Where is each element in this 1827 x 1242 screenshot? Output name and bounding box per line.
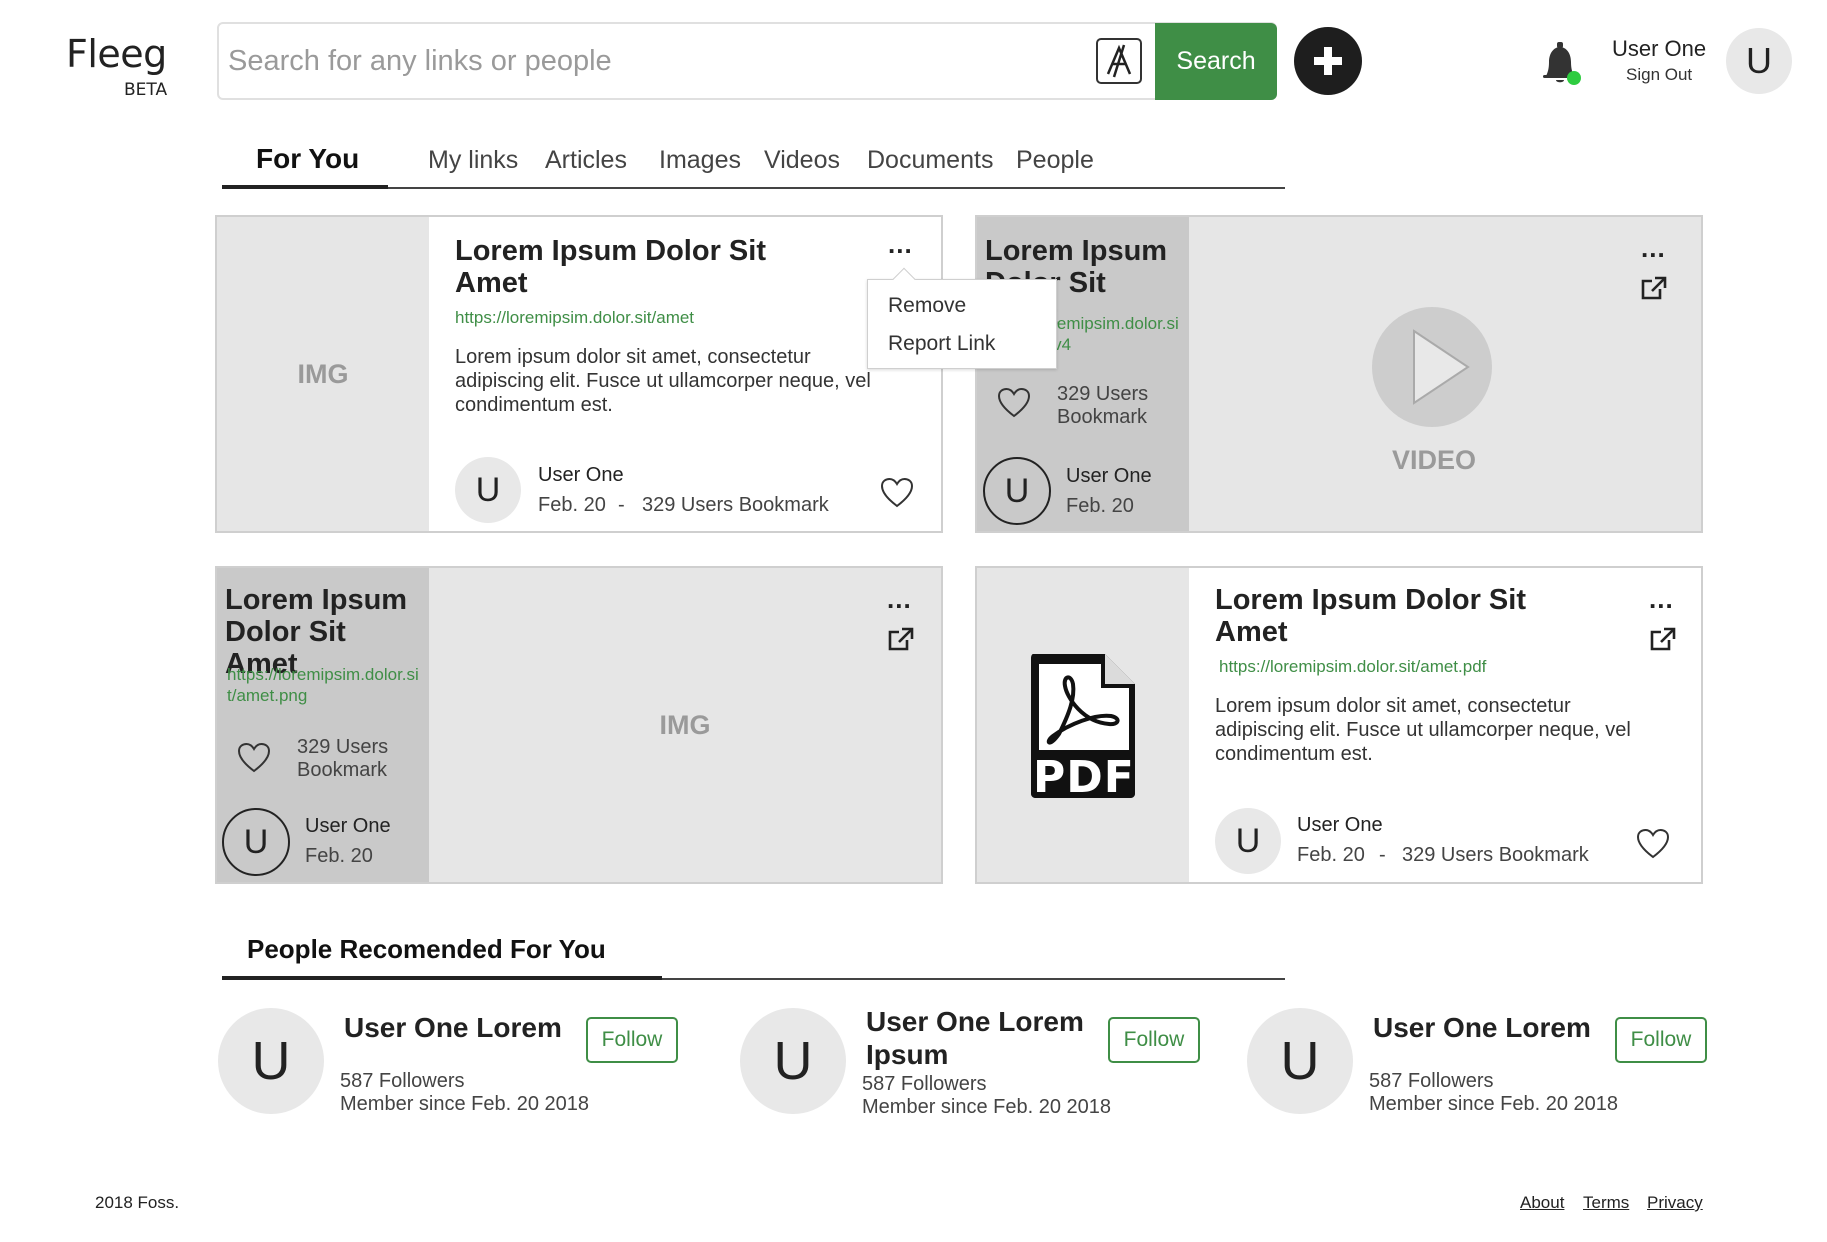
beta-label: BETA — [124, 80, 168, 100]
card-title[interactable]: Lorem Ipsum Dolor Sit Amet — [1215, 584, 1555, 648]
card-image-placeholder: IMG — [217, 217, 429, 531]
post-date: Feb. 20 — [1297, 844, 1365, 866]
card-context-menu: Remove Report Link — [867, 267, 1057, 369]
follow-button[interactable]: Follow — [1615, 1017, 1707, 1063]
author-avatar[interactable]: U — [222, 808, 290, 876]
card-menu-button[interactable]: ... — [887, 586, 912, 612]
card-description: Lorem ipsum dolor sit amet, consectetur … — [1215, 695, 1631, 765]
footer-link-about[interactable]: About — [1520, 1193, 1564, 1213]
people-section-title: People Recomended For You — [247, 934, 606, 964]
external-link-icon[interactable] — [1640, 275, 1668, 306]
post-date: Feb. 20 — [538, 494, 606, 516]
card-menu-button[interactable]: ... — [1641, 235, 1666, 261]
tab-articles[interactable]: Articles — [545, 146, 627, 175]
card-url[interactable]: https://loremipsim.dolor.sit/amet.pdf — [1219, 656, 1639, 677]
tab-people[interactable]: People — [1016, 146, 1094, 175]
person-member-since: Member since Feb. 20 2018 — [862, 1096, 1112, 1118]
search-button[interactable]: Search — [1155, 23, 1277, 100]
meta-separator: - — [618, 494, 625, 516]
bell-icon — [1543, 42, 1581, 85]
plus-icon — [1314, 47, 1342, 75]
footer-link-terms[interactable]: Terms — [1583, 1193, 1629, 1213]
media-type-label: VIDEO — [1392, 445, 1477, 475]
user-avatar[interactable]: U — [1726, 28, 1792, 94]
post-date: Feb. 20 — [305, 845, 373, 867]
heart-icon[interactable] — [997, 387, 1031, 424]
pdf-label: PDF — [1033, 752, 1135, 803]
person-avatar[interactable]: U — [740, 1008, 846, 1114]
person-member-since: Member since Feb. 20 2018 — [1369, 1093, 1619, 1115]
sign-out-link[interactable]: Sign Out — [1626, 65, 1692, 85]
card-title[interactable]: Lorem Ipsum Dolor Sit Amet — [455, 235, 795, 299]
app-logo[interactable]: Fleeg — [66, 32, 167, 76]
play-button[interactable] — [1372, 307, 1492, 427]
notifications-button[interactable] — [1540, 40, 1582, 86]
author-avatar[interactable]: U — [455, 457, 521, 523]
tab-images[interactable]: Images — [659, 146, 741, 175]
person-followers: 587 Followers — [1369, 1070, 1494, 1092]
link-card-image[interactable]: IMG Lorem Ipsum Dolor Sit Amet https://l… — [215, 566, 943, 884]
tab-videos[interactable]: Videos — [764, 146, 840, 175]
heart-icon[interactable] — [880, 477, 914, 514]
meta-separator: - — [1379, 844, 1386, 866]
tab-my-links[interactable]: My links — [428, 146, 518, 175]
heart-icon[interactable] — [237, 742, 271, 779]
card-url[interactable]: https://loremipsim.dolor.sit/amet.png — [227, 664, 427, 706]
author-name[interactable]: User One — [305, 815, 391, 838]
tab-for-you[interactable]: For You — [256, 143, 359, 175]
person-avatar[interactable]: U — [218, 1008, 324, 1114]
person-member-since: Member since Feb. 20 2018 — [340, 1093, 590, 1115]
people-title-underline — [222, 976, 662, 980]
post-date: Feb. 20 — [1066, 495, 1134, 517]
current-user-name[interactable]: User One — [1612, 36, 1706, 62]
search-input[interactable] — [228, 32, 1088, 90]
heart-icon[interactable] — [1636, 828, 1670, 865]
menu-item-remove[interactable]: Remove — [888, 294, 966, 318]
author-avatar[interactable]: U — [1215, 808, 1281, 874]
add-link-button[interactable] — [1294, 27, 1362, 95]
external-link-icon[interactable] — [1649, 626, 1677, 657]
author-avatar[interactable]: U — [983, 457, 1051, 525]
menu-item-report-link[interactable]: Report Link — [888, 332, 995, 356]
bookmark-count: 329 Users Bookmark — [1057, 383, 1149, 428]
author-name[interactable]: User One — [538, 464, 624, 487]
author-name[interactable]: User One — [1297, 814, 1383, 837]
person-name[interactable]: User One Lorem — [344, 1011, 584, 1044]
card-menu-button[interactable]: ... — [1649, 586, 1674, 612]
card-url[interactable]: https://loremipsim.dolor.sit/amet — [455, 307, 875, 328]
footer-link-privacy[interactable]: Privacy — [1647, 1193, 1703, 1213]
copyright-text: 2018 Foss. — [95, 1193, 180, 1212]
bookmark-count: 329 Users Bookmark — [1402, 844, 1589, 866]
external-link-icon[interactable] — [887, 626, 915, 657]
translate-icon[interactable] — [1096, 38, 1142, 84]
bookmark-count: 329 Users Bookmark — [642, 494, 829, 516]
card-image-placeholder[interactable]: IMG — [429, 568, 941, 882]
play-icon — [1413, 329, 1470, 405]
active-tab-indicator — [222, 185, 388, 189]
link-card-video[interactable]: VIDEO Lorem Ipsum Dolor Sit Amet https:/… — [975, 215, 1703, 533]
person-name[interactable]: User One Lorem Ipsum — [866, 1005, 1106, 1071]
bookmark-count: 329 Users Bookmark — [297, 736, 389, 781]
follow-button[interactable]: Follow — [1108, 1017, 1200, 1063]
person-name[interactable]: User One Lorem — [1373, 1011, 1613, 1044]
person-avatar[interactable]: U — [1247, 1008, 1353, 1114]
card-menu-button[interactable]: ... — [888, 231, 913, 257]
person-followers: 587 Followers — [340, 1070, 465, 1092]
tab-documents[interactable]: Documents — [867, 146, 993, 175]
author-name[interactable]: User One — [1066, 465, 1152, 488]
link-card-article[interactable]: IMG Lorem Ipsum Dolor Sit Amet https://l… — [215, 215, 943, 533]
link-card-document[interactable]: PDF Lorem Ipsum Dolor Sit Amet https://l… — [975, 566, 1703, 884]
follow-button[interactable]: Follow — [586, 1017, 678, 1063]
person-followers: 587 Followers — [862, 1073, 987, 1095]
card-description: Lorem ipsum dolor sit amet, consectetur … — [455, 346, 871, 416]
